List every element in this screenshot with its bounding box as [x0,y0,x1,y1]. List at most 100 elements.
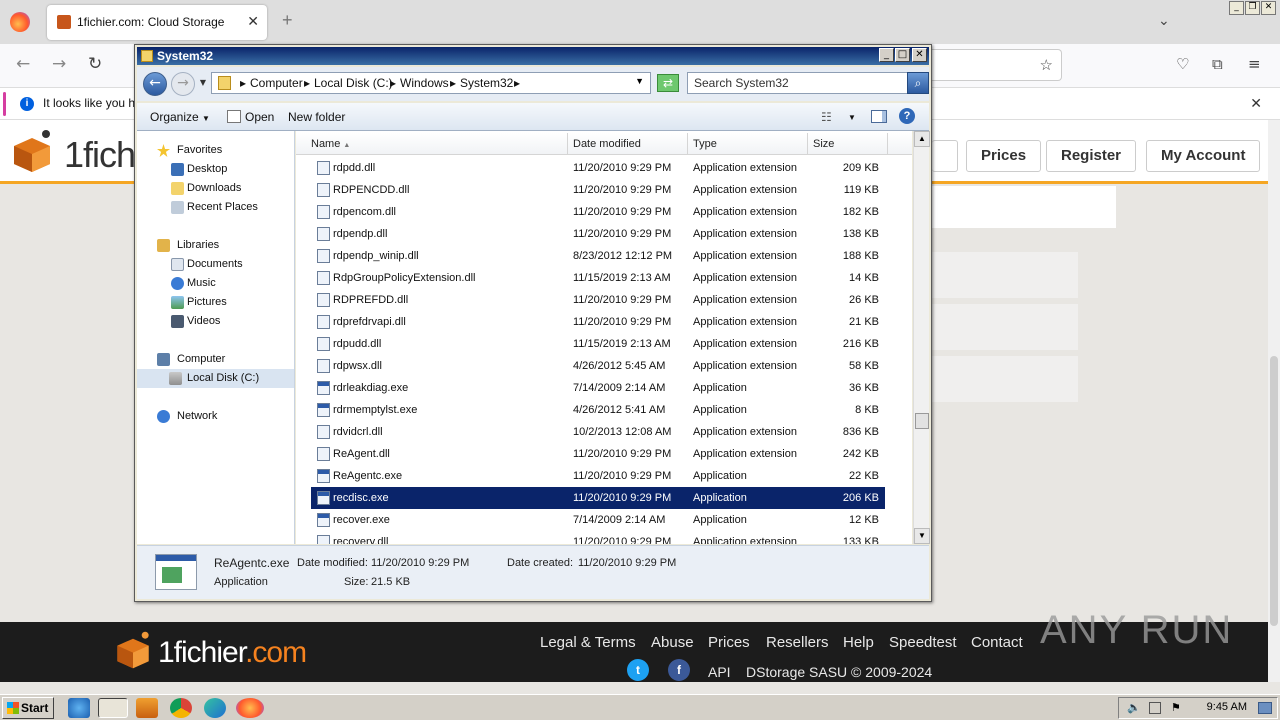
breadcrumb-windows[interactable]: Windows [400,76,449,90]
my-account-button[interactable]: My Account [1146,140,1261,172]
minimize-icon[interactable]: _ [879,48,894,62]
history-dropdown-icon[interactable]: ▼ [197,72,209,96]
chevron-down-icon[interactable]: ⌄ [1158,12,1170,29]
breadcrumb-separator-icon[interactable]: ▸ [514,76,520,90]
breadcrumb-system32[interactable]: System32 [460,76,513,90]
close-icon[interactable]: ✕ [912,48,927,62]
new-folder-button[interactable]: New folder [288,110,345,124]
help-icon[interactable]: ? [899,108,915,124]
nav-local-disk[interactable]: Local Disk (C:) [137,369,294,388]
start-button[interactable]: Start [2,697,54,719]
nav-network[interactable]: Network [137,407,294,426]
scroll-down-icon[interactable]: ▼ [914,528,930,544]
file-row[interactable]: RdpGroupPolicyExtension.dll 11/15/2019 2:… [311,267,885,289]
restore-icon[interactable]: ❐ [1245,1,1260,15]
flag-icon[interactable]: ⚑ [1171,701,1181,714]
footer-link-speedtest[interactable]: Speedtest [889,634,957,651]
page-scrollbar-thumb[interactable] [1270,356,1278,626]
file-row[interactable]: RDPENCDD.dll 11/20/2010 9:29 PM Applicatio… [311,179,885,201]
file-row[interactable]: ReAgentc.exe 11/20/2010 9:29 PM Applicatio… [311,465,885,487]
internet-explorer-icon[interactable] [68,698,90,718]
forward-icon[interactable]: → [171,72,195,96]
browser-tab[interactable]: 1fichier.com: Cloud Storage ✕ [47,5,267,40]
file-row[interactable]: ReAgent.dll 11/20/2010 9:29 PM Application… [311,443,885,465]
maximize-icon[interactable]: □ [895,48,910,62]
open-button[interactable]: Open [245,110,274,124]
menu-icon[interactable]: ≡ [1248,55,1261,73]
nav-pictures[interactable]: Pictures [137,293,294,312]
url-bar[interactable]: ☆ [930,49,1062,81]
file-row[interactable]: rdpwsx.dll 4/26/2012 5:45 AM Application e… [311,355,885,377]
file-row[interactable]: rdrleakdiag.exe 7/14/2009 2:14 AM Applicat… [311,377,885,399]
file-row[interactable]: recovery.dll 11/20/2010 9:29 PM Applicatio… [311,531,885,544]
site-logo-text[interactable]: 1fich [64,134,136,176]
explorer-taskbar-icon[interactable] [98,698,128,718]
firefox-taskbar-icon[interactable] [236,698,264,718]
explorer-titlebar[interactable]: System32 _ □ ✕ [137,47,929,65]
preview-pane-icon[interactable] [871,110,887,123]
search-icon[interactable]: ⌕ [907,72,929,94]
close-window-icon[interactable]: ✕ [1261,1,1276,15]
nav-libraries[interactable]: Libraries [137,236,294,255]
close-tab-icon[interactable]: ✕ [247,13,259,30]
breadcrumb-separator-icon[interactable]: ▸ [450,76,456,90]
scroll-up-icon[interactable]: ▲ [914,131,930,147]
new-tab-icon[interactable]: + [282,10,293,31]
file-row[interactable]: rdpendp.dll 11/20/2010 9:29 PM Application… [311,223,885,245]
nav-desktop[interactable]: Desktop [137,160,294,179]
show-desktop-icon[interactable] [1258,702,1272,714]
forward-icon[interactable]: → [52,54,66,74]
pocket-icon[interactable]: ♡ [1176,55,1189,73]
view-dropdown-icon[interactable]: ▼ [848,113,856,122]
footer-link-contact[interactable]: Contact [971,634,1023,651]
nav-computer[interactable]: Computer [137,350,294,369]
edge-icon[interactable] [204,698,226,718]
footer-link-abuse[interactable]: Abuse [651,634,694,651]
breadcrumb-separator-icon[interactable]: ▸ [304,76,310,90]
column-date[interactable]: Date modified [568,133,688,155]
file-list-scrollbar[interactable]: ▲ ▼ [913,131,930,544]
nav-music[interactable]: Music [137,274,294,293]
file-row[interactable]: rdprefdrvapi.dll 11/20/2010 9:29 PM Applic… [311,311,885,333]
nav-videos[interactable]: Videos [137,312,294,331]
view-options-icon[interactable]: ☷ [821,110,832,124]
refresh-icon[interactable]: ⇄ [657,74,679,92]
nav-recent-places[interactable]: Recent Places [137,198,294,217]
bookmark-star-icon[interactable]: ☆ [1040,56,1053,74]
organize-button[interactable]: Organize ▼ [150,110,210,124]
breadcrumb[interactable]: ▸ Computer ▸ Local Disk (C:) ▸ Windows ▸… [211,72,651,94]
file-row[interactable]: rdpdd.dll 11/20/2010 9:29 PM Application e… [311,157,885,179]
page-scrollbar[interactable] [1268,120,1280,682]
extensions-icon[interactable]: ⧉ [1212,55,1223,73]
twitter-icon[interactable]: t [627,659,649,681]
footer-api-link[interactable]: API [708,664,731,680]
breadcrumb-separator-icon[interactable]: ▸ [390,76,396,90]
file-row[interactable]: recover.exe 7/14/2009 2:14 AM Application 1… [311,509,885,531]
close-notification-icon[interactable]: ✕ [1250,95,1262,112]
file-row[interactable]: rdvidcrl.dll 10/2/2013 12:08 AM Applicatio… [311,421,885,443]
nav-downloads[interactable]: Downloads [137,179,294,198]
register-button[interactable]: Register [1046,140,1137,172]
breadcrumb-separator-icon[interactable]: ▸ [240,76,246,90]
footer-link-prices[interactable]: Prices [708,634,750,651]
back-icon[interactable]: ← [143,72,167,96]
file-row[interactable]: rdpencom.dll 11/20/2010 9:29 PM Applicatio… [311,201,885,223]
footer-link-help[interactable]: Help [843,634,874,651]
column-name[interactable]: Name ▲ [306,133,568,155]
facebook-icon[interactable]: f [668,659,690,681]
site-logo-icon[interactable] [8,128,56,174]
footer-link-resellers[interactable]: Resellers [766,634,829,651]
minimize-icon[interactable]: _ [1229,1,1244,15]
volume-icon[interactable]: 🔈 [1127,701,1141,714]
firefox-logo-icon[interactable] [10,12,30,32]
nav-favorites[interactable]: Favorites [137,141,294,160]
network-status-icon[interactable] [1149,702,1161,714]
nav-button-partial[interactable] [932,140,958,172]
breadcrumb-computer[interactable]: Computer [250,76,303,90]
column-type[interactable]: Type [688,133,808,155]
prices-button[interactable]: Prices [966,140,1042,172]
scrollbar-thumb[interactable] [915,413,929,429]
nav-documents[interactable]: Documents [137,255,294,274]
breadcrumb-local-disk[interactable]: Local Disk (C:) [314,76,393,90]
column-size[interactable]: Size [808,133,888,155]
